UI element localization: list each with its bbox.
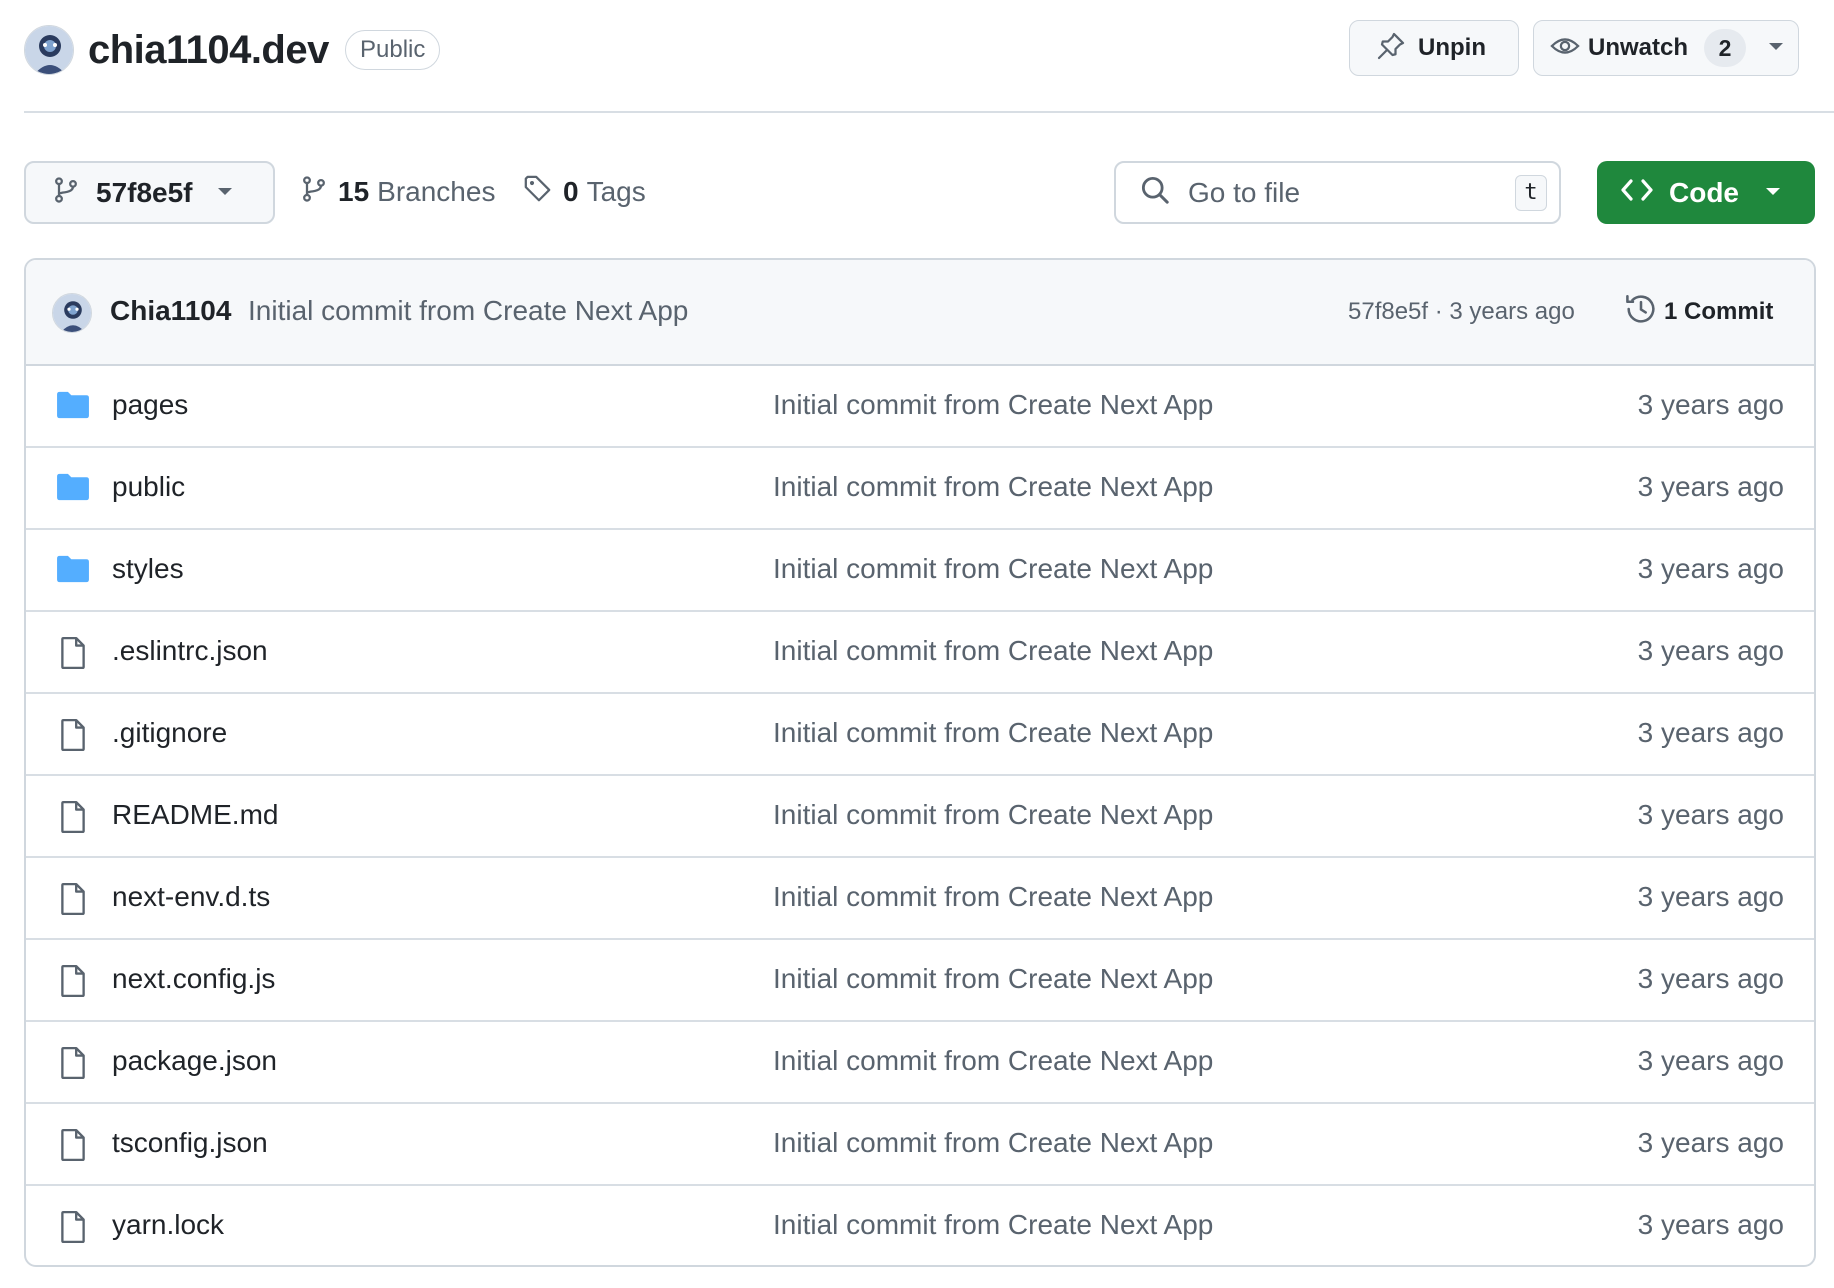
file-icon — [56, 1210, 90, 1249]
file-icon — [56, 964, 90, 1003]
file-commit-age: 3 years ago — [1637, 1209, 1784, 1240]
header-divider — [24, 111, 1834, 113]
file-row[interactable]: styles Initial commit from Create Next Ap… — [26, 530, 1814, 612]
file-icon — [56, 1128, 90, 1167]
branches-link[interactable]: 15 Branches — [300, 168, 495, 216]
code-icon — [1621, 176, 1653, 209]
file-commit-age: 3 years ago — [1637, 717, 1784, 748]
watchers-count: 2 — [1704, 29, 1747, 67]
file-row[interactable]: README.md Initial commit from Create Next… — [26, 776, 1814, 858]
file-icon — [56, 636, 90, 675]
file-name[interactable]: .gitignore — [112, 717, 227, 749]
commit-hash-and-time[interactable]: 57f8e5f · 3 years ago — [1348, 298, 1575, 326]
file-row[interactable]: next-env.d.ts Initial commit from Create … — [26, 858, 1814, 940]
file-table: Chia1104 Initial commit from Create Next… — [24, 258, 1816, 1267]
file-commit-age: 3 years ago — [1637, 799, 1784, 830]
folder-icon — [56, 390, 90, 425]
code-label: Code — [1669, 176, 1739, 208]
folder-icon — [56, 554, 90, 589]
file-icon — [56, 882, 90, 921]
file-commit-message[interactable]: Initial commit from Create Next App — [773, 963, 1213, 995]
file-commit-age: 3 years ago — [1637, 389, 1784, 420]
unwatch-button[interactable]: Unwatch 2 — [1533, 20, 1799, 76]
file-icon — [56, 1046, 90, 1085]
file-commit-message[interactable]: Initial commit from Create Next App — [773, 1045, 1213, 1077]
file-commit-message[interactable]: Initial commit from Create Next App — [773, 799, 1213, 831]
eye-icon — [1550, 31, 1580, 66]
file-commit-message[interactable]: Initial commit from Create Next App — [773, 717, 1213, 749]
code-button[interactable]: Code — [1597, 161, 1815, 224]
file-icon — [56, 718, 90, 757]
file-commit-message[interactable]: Initial commit from Create Next App — [773, 1209, 1213, 1241]
file-row[interactable]: public Initial commit from Create Next Ap… — [26, 448, 1814, 530]
file-name[interactable]: next.config.js — [112, 963, 275, 995]
search-placeholder: Go to file — [1188, 176, 1301, 208]
file-name[interactable]: styles — [112, 553, 184, 585]
branch-selector[interactable]: 57f8e5f — [24, 161, 275, 224]
file-commit-message[interactable]: Initial commit from Create Next App — [773, 881, 1213, 913]
keyboard-shortcut-hint: t — [1515, 175, 1547, 211]
branches-label: Branches — [377, 176, 496, 207]
tags-count: 0 — [563, 176, 579, 207]
tag-icon — [523, 174, 553, 211]
file-commit-message[interactable]: Initial commit from Create Next App — [773, 389, 1213, 421]
file-commit-age: 3 years ago — [1637, 635, 1784, 666]
file-name[interactable]: public — [112, 471, 185, 503]
file-name[interactable]: package.json — [112, 1045, 277, 1077]
pin-icon — [1376, 31, 1406, 66]
branches-count: 15 — [338, 176, 370, 207]
chevron-down-icon[interactable] — [1768, 39, 1784, 57]
folder-icon — [56, 472, 90, 507]
file-row[interactable]: yarn.lock Initial commit from Create Next… — [26, 1186, 1814, 1265]
file-commit-age: 3 years ago — [1637, 881, 1784, 912]
file-row[interactable]: next.config.js Initial commit from Create… — [26, 940, 1814, 1022]
chevron-down-icon — [1765, 184, 1781, 202]
repo-name[interactable]: chia1104.dev — [88, 26, 329, 74]
unpin-label: Unpin — [1418, 34, 1486, 61]
file-name[interactable]: next-env.d.ts — [112, 881, 270, 913]
file-name[interactable]: tsconfig.json — [112, 1127, 268, 1159]
file-name[interactable]: .eslintrc.json — [112, 635, 268, 667]
go-to-file-input[interactable]: Go to file t — [1114, 161, 1561, 224]
file-commit-message[interactable]: Initial commit from Create Next App — [773, 635, 1213, 667]
file-commit-age: 3 years ago — [1637, 1127, 1784, 1158]
commit-message[interactable]: Initial commit from Create Next App — [248, 295, 688, 327]
tags-label: Tags — [586, 176, 646, 207]
file-name[interactable]: pages — [112, 389, 188, 421]
commits-count-label: 1 Commit — [1664, 298, 1774, 325]
commit-author-avatar[interactable] — [52, 293, 92, 333]
file-name[interactable]: README.md — [112, 799, 278, 831]
tags-link[interactable]: 0 Tags — [523, 168, 646, 216]
file-commit-age: 3 years ago — [1637, 553, 1784, 584]
file-commit-age: 3 years ago — [1637, 963, 1784, 994]
branch-icon — [52, 175, 80, 210]
file-commit-age: 3 years ago — [1637, 471, 1784, 502]
branch-icon — [300, 174, 328, 211]
file-name[interactable]: yarn.lock — [112, 1209, 224, 1241]
visibility-badge: Public — [345, 30, 441, 70]
file-commit-age: 3 years ago — [1637, 1045, 1784, 1076]
commit-author[interactable]: Chia1104 — [110, 295, 231, 327]
file-commit-message[interactable]: Initial commit from Create Next App — [773, 553, 1213, 585]
branch-name: 57f8e5f — [96, 176, 193, 208]
search-icon — [1140, 175, 1170, 210]
chevron-down-icon — [217, 184, 233, 202]
unwatch-label: Unwatch — [1588, 34, 1689, 61]
commits-link[interactable]: 1 Commit — [1624, 288, 1773, 336]
file-commit-message[interactable]: Initial commit from Create Next App — [773, 1127, 1213, 1159]
file-row[interactable]: pages Initial commit from Create Next App… — [26, 366, 1814, 448]
file-row[interactable]: tsconfig.json Initial commit from Create … — [26, 1104, 1814, 1186]
latest-commit-bar: Chia1104 Initial commit from Create Next… — [26, 260, 1814, 366]
owner-avatar[interactable] — [24, 25, 74, 75]
file-row[interactable]: package.json Initial commit from Create N… — [26, 1022, 1814, 1104]
file-row[interactable]: .gitignore Initial commit from Create Nex… — [26, 694, 1814, 776]
file-commit-message[interactable]: Initial commit from Create Next App — [773, 471, 1213, 503]
file-list: pages Initial commit from Create Next App… — [26, 366, 1814, 1265]
file-row[interactable]: .eslintrc.json Initial commit from Create… — [26, 612, 1814, 694]
unpin-button[interactable]: Unpin — [1349, 20, 1519, 76]
history-icon — [1624, 292, 1658, 333]
file-icon — [56, 800, 90, 839]
